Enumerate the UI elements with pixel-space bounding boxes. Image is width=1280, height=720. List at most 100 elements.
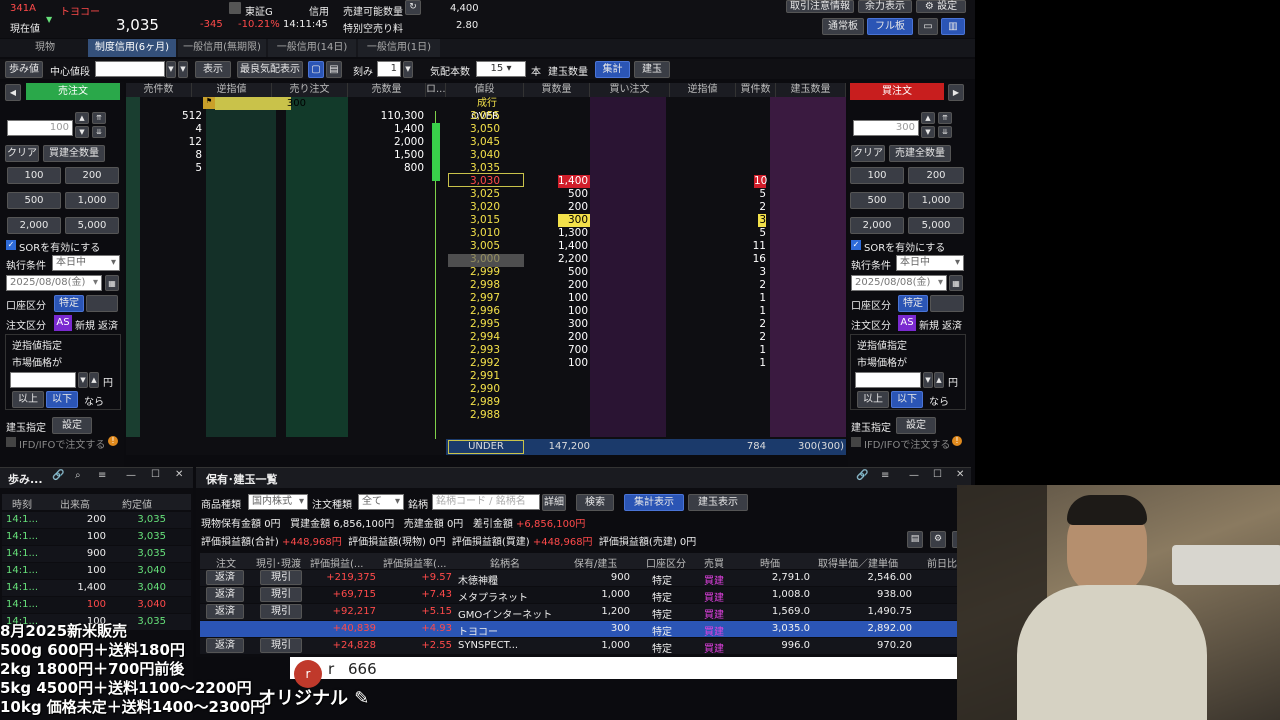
display-button[interactable]: 表示 xyxy=(195,61,231,78)
position-setting-button[interactable]: 設定 xyxy=(52,417,92,434)
qty-max-icon[interactable]: ⇈ xyxy=(92,112,106,124)
view-split-icon[interactable]: ▤ xyxy=(326,61,342,78)
qty-up-icon[interactable]: ▲ xyxy=(921,112,935,124)
buy-order-title[interactable]: 買注文 xyxy=(850,83,944,100)
minimize-icon[interactable]: — xyxy=(126,470,136,481)
time-sales-row[interactable]: 14:1... 1,400 3,040 xyxy=(2,580,191,596)
repay-button[interactable]: 返済 xyxy=(206,587,244,602)
new-label[interactable]: 新規 xyxy=(919,317,939,332)
qty-500-button[interactable]: 500 xyxy=(850,192,904,209)
sell-qty-input[interactable]: 100 xyxy=(7,120,73,136)
info-icon[interactable]: ! xyxy=(108,436,118,446)
all-qty-button[interactable]: 買建全数量 xyxy=(43,145,105,162)
qty-500-button[interactable]: 500 xyxy=(7,192,61,209)
ifd-checkbox[interactable] xyxy=(851,437,861,447)
book-row[interactable]: 3,025 500 5 xyxy=(126,188,846,201)
account-tokutei[interactable]: 特定 xyxy=(54,295,84,312)
chevron-up-icon[interactable]: ▲ xyxy=(934,372,944,388)
book-row[interactable]: 2,998 200 2 xyxy=(126,279,846,292)
menu-icon[interactable]: ≡ xyxy=(881,470,889,481)
new-label[interactable]: 新規 xyxy=(75,317,95,332)
book-row[interactable]: 4 1,400 3,050 xyxy=(126,123,846,136)
sor-checkbox[interactable]: ✓ xyxy=(851,240,861,250)
qty-min-icon[interactable]: ⇊ xyxy=(92,126,106,138)
chevron-down-icon[interactable]: ▼ xyxy=(78,372,88,388)
holding-row[interactable]: 返済 現引 +219,375 +9.57 木徳神糧 900 特定 買建 2,791.0 2,546… xyxy=(200,570,971,587)
qty-200-button[interactable]: 200 xyxy=(908,167,964,184)
meigara-input[interactable]: 銘柄コード / 銘柄名 xyxy=(432,494,540,510)
qty-5000-button[interactable]: 5,000 xyxy=(908,217,964,234)
search-button[interactable]: 検索 xyxy=(576,494,614,511)
book-row[interactable]: 2,989 xyxy=(126,396,846,409)
book-row[interactable]: 3,015 300 3 xyxy=(126,214,846,227)
qty-100-button[interactable]: 100 xyxy=(850,167,904,184)
stop-price-input[interactable] xyxy=(855,372,921,388)
as-badge[interactable]: AS xyxy=(54,315,72,331)
exec-select[interactable]: 本日中 ▾ xyxy=(896,255,964,271)
layout-single-icon[interactable]: ▭ xyxy=(918,18,938,35)
order-type-select[interactable]: 全て ▾ xyxy=(358,494,404,510)
holding-row[interactable]: 返済 現引 +69,715 +7.43 メタプラネット 1,000 特定 買建 1,008.0 9… xyxy=(200,587,971,604)
qty-200-button[interactable]: 200 xyxy=(65,167,119,184)
close-icon[interactable]: ✕ xyxy=(175,469,183,480)
account-other[interactable] xyxy=(930,295,964,312)
genbiki-button[interactable]: 現引 xyxy=(260,587,302,602)
position-setting-button[interactable]: 設定 xyxy=(896,417,936,434)
date-select[interactable]: 2025/08/08(金) ▾ xyxy=(851,275,947,291)
close-icon[interactable]: ✕ xyxy=(956,469,964,480)
time-sales-row[interactable]: 14:1... 100 3,035 xyxy=(2,529,191,545)
ifd-checkbox[interactable] xyxy=(6,437,16,447)
book-row[interactable]: 3,005 1,400 11 xyxy=(126,240,846,253)
center-price-input[interactable] xyxy=(95,61,165,77)
holding-row[interactable]: 返済 現引 +92,217 +5.15 GMOインターネット 1,200 特定 買建 1,569… xyxy=(200,604,971,621)
gear-icon[interactable]: ⚙ xyxy=(930,531,946,548)
tab-ippan-mukigen[interactable]: 一般信用(無期限) xyxy=(178,39,266,57)
collapse-right-icon[interactable]: ▶ xyxy=(948,84,964,101)
book-row[interactable]: 2,996 100 1 xyxy=(126,305,846,318)
refresh-icon[interactable]: ↻ xyxy=(405,0,421,15)
return-label[interactable]: 返済 xyxy=(98,317,118,332)
qty-max-icon[interactable]: ⇈ xyxy=(938,112,952,124)
menu-icon[interactable]: ≡ xyxy=(98,470,106,481)
ayumi-button[interactable]: 歩み値 xyxy=(5,61,43,78)
tab-seido[interactable]: 制度信用(6ヶ月) xyxy=(88,39,176,57)
margin-display-button[interactable]: 余力表示 xyxy=(858,0,912,13)
qty-down-icon[interactable]: ▼ xyxy=(75,126,89,138)
chevron-down-icon[interactable]: ▼ xyxy=(166,61,176,78)
book-row[interactable]: 3,020 200 2 xyxy=(126,201,846,214)
collapse-left-icon[interactable]: ◀ xyxy=(5,84,21,101)
chevron-down-icon[interactable]: ▼ xyxy=(403,61,413,78)
qty-down-icon[interactable]: ▼ xyxy=(921,126,935,138)
book-row[interactable]: 2,992 100 1 xyxy=(126,357,846,370)
table-icon[interactable]: ▤ xyxy=(907,531,923,548)
book-row[interactable]: 3,010 1,300 5 xyxy=(126,227,846,240)
below-button[interactable]: 以下 xyxy=(46,391,78,408)
normal-board-button[interactable]: 通常板 xyxy=(822,18,864,35)
trade-notice-button[interactable]: 取引注意情報 xyxy=(786,0,854,13)
time-sales-row[interactable]: 14:1... 900 3,035 xyxy=(2,546,191,562)
genbiki-button[interactable]: 現引 xyxy=(260,638,302,653)
above-button[interactable]: 以上 xyxy=(857,391,889,408)
holding-row[interactable]: 返済 現引 +24,828 +2.55 SYNSPECT... 1,000 特定 買建 996.… xyxy=(200,638,971,655)
calendar-icon[interactable]: ▦ xyxy=(105,275,119,291)
all-qty-button[interactable]: 売建全数量 xyxy=(889,145,951,162)
qty-100-button[interactable]: 100 xyxy=(7,167,61,184)
time-sales-row[interactable]: 14:1... 100 3,040 xyxy=(2,597,191,613)
qty-5000-button[interactable]: 5,000 xyxy=(65,217,119,234)
tab-ippan-14[interactable]: 一般信用(14日) xyxy=(268,39,356,57)
sell-order-title[interactable]: 売注文 xyxy=(26,83,120,100)
chevron-down-icon[interactable]: ▼ xyxy=(923,372,933,388)
book-row[interactable]: 2,991 xyxy=(126,370,846,383)
calendar-icon[interactable]: ▦ xyxy=(949,275,963,291)
repay-button[interactable]: 返済 xyxy=(206,570,244,585)
book-row[interactable]: 2,999 500 3 xyxy=(126,266,846,279)
maximize-icon[interactable]: ☐ xyxy=(151,469,160,480)
position-button[interactable]: 建玉 xyxy=(634,61,670,78)
info-icon[interactable]: ! xyxy=(952,436,962,446)
holding-row[interactable]: +40,839 +4.93 トヨコー 300 特定 買建 3,035.0 2,892.00 xyxy=(200,621,971,638)
tab-genbutsu[interactable]: 現物 xyxy=(4,39,86,57)
book-row[interactable]: 2,990 xyxy=(126,383,846,396)
qty-1000-button[interactable]: 1,000 xyxy=(65,192,119,209)
tick-input[interactable]: 1 xyxy=(377,61,401,77)
book-row[interactable]: 8 1,500 3,040 xyxy=(126,149,846,162)
